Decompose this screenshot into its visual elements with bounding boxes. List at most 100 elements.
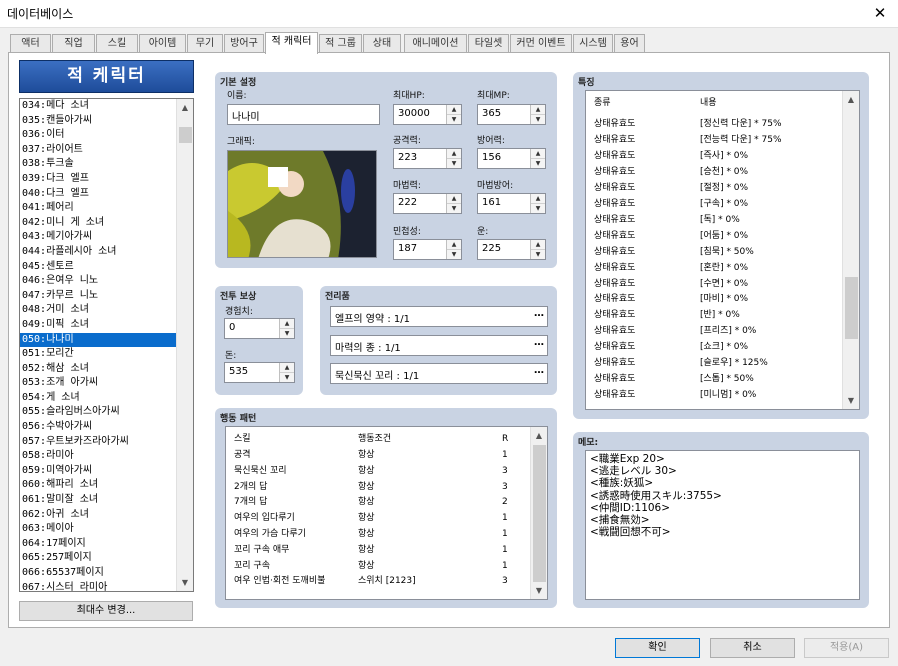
defense-spinner[interactable]: 156 ▲ ▼ [477,148,546,169]
enemy-list-item[interactable]: 065:257페이지 [20,551,176,566]
enemy-list-item[interactable]: 044:라플레시아 소녀 [20,245,176,260]
enemy-list-item[interactable]: 063:메이아 [20,522,176,537]
action-cell[interactable]: 2 [502,494,508,510]
scroll-down-icon[interactable]: ▼ [843,392,859,409]
trait-cell[interactable]: 상태유효도 [594,196,635,212]
enemy-list-item[interactable]: 056:수박아가씨 [20,420,176,435]
trait-cell[interactable]: [혼란] * 0% [700,260,748,276]
action-cell[interactable]: 7개의 답 [234,494,267,510]
tab-11[interactable]: 커먼 이벤트 [510,34,572,53]
tab-13[interactable]: 용어 [614,34,645,53]
action-cell[interactable]: 항상 [358,558,375,574]
spinner-arrows-icon[interactable]: ▲ ▼ [446,240,461,259]
trait-cell[interactable]: [수면] * 0% [700,276,748,292]
trait-cell[interactable]: [미니멈] * 0% [700,387,756,403]
scroll-thumb[interactable] [533,445,546,582]
enemy-list-item[interactable]: 064:17페이지 [20,537,176,552]
memo-textarea[interactable]: <職業Exp 20> <逃走レベル 30> <種族:妖狐> <誘惑時使用スキル:375… [585,450,860,600]
action-cell[interactable]: 1 [502,447,508,463]
tab-0[interactable]: 액터 [10,34,51,53]
tab-1[interactable]: 직업 [52,34,95,53]
enemy-list-item[interactable]: 061:말미잘 소녀 [20,493,176,508]
exp-spinner[interactable]: 0 ▲ ▼ [224,318,295,339]
luck-spinner[interactable]: 225 ▲ ▼ [477,239,546,260]
scroll-thumb[interactable] [179,127,192,143]
enemy-list-item[interactable]: 037:라이어트 [20,143,176,158]
action-cell[interactable]: 2개의 답 [234,479,267,495]
max-mp-spinner[interactable]: 365 ▲ ▼ [477,104,546,125]
action-cell[interactable]: 여우의 입다루기 [234,510,295,526]
action-cell[interactable]: 여우의 가슴 다루기 [234,526,306,542]
action-cell[interactable]: 여우 인법·회전 도깨비불 [234,573,325,589]
enemy-graphic[interactable] [227,150,377,258]
change-max-button[interactable]: 최대수 변경... [19,601,193,621]
spinner-arrows-icon[interactable]: ▲ ▼ [530,240,545,259]
action-cell[interactable]: 스위치 [2123] [358,573,416,589]
action-patterns-grid[interactable]: 스킬 행동조건 R 공격 항상 1 묵신묵신 꼬리 항상 3 2개의 답 항상 3 7개의 답 항상… [225,426,548,600]
trait-cell[interactable]: [정신력 다운] * 75% [700,116,782,132]
trait-cell[interactable]: [전능력 다운] * 75% [700,132,782,148]
ok-button[interactable]: 확인 [615,638,700,658]
action-cell[interactable]: 1 [502,558,508,574]
enemy-list-item[interactable]: 060:해파리 소녀 [20,478,176,493]
enemy-list-item[interactable]: 035:캔들아가씨 [20,114,176,129]
drop-item-field[interactable]: 마력의 종 : 1/1… [330,335,548,356]
agility-spinner[interactable]: 187 ▲ ▼ [393,239,462,260]
tab-5[interactable]: 방어구 [224,34,264,53]
enemy-list-item[interactable]: 050:나나미 [20,332,176,348]
enemy-list-item[interactable]: 039:다크 엘프 [20,172,176,187]
enemy-list-item[interactable]: 041:페어리 [20,201,176,216]
trait-cell[interactable]: 상태유효도 [594,307,635,323]
enemy-list-item[interactable]: 057:우트보카즈라아가씨 [20,435,176,450]
trait-cell[interactable]: [프리즈] * 0% [700,323,756,339]
action-cell[interactable]: 항상 [358,510,375,526]
trait-cell[interactable]: 상태유효도 [594,291,635,307]
trait-cell[interactable]: [반] * 0% [700,307,740,323]
trait-cell[interactable]: [어둠] * 0% [700,228,748,244]
trait-cell[interactable]: [슬로우] * 125% [700,355,768,371]
attack-spinner[interactable]: 223 ▲ ▼ [393,148,462,169]
tab-2[interactable]: 스킬 [96,34,138,53]
trait-cell[interactable]: 상태유효도 [594,148,635,164]
trait-cell[interactable]: 상태유효도 [594,228,635,244]
enemy-list-item[interactable]: 066:65537페이지 [20,566,176,581]
action-cell[interactable]: 항상 [358,479,375,495]
trait-cell[interactable]: [승천] * 0% [700,164,748,180]
enemy-list-item[interactable]: 043:메기아가씨 [20,230,176,245]
trait-cell[interactable]: 상태유효도 [594,260,635,276]
enemy-list-item[interactable]: 051:모리간 [20,347,176,362]
action-cell[interactable]: 1 [502,510,508,526]
spinner-arrows-icon[interactable]: ▲ ▼ [446,194,461,213]
spinner-arrows-icon[interactable]: ▲ ▼ [530,194,545,213]
enemy-list-item[interactable]: 046:은여우 니노 [20,274,176,289]
enemy-list-item[interactable]: 045:센토르 [20,260,176,275]
action-cell[interactable]: 1 [502,542,508,558]
apply-button[interactable]: 적용(A) [804,638,889,658]
scroll-down-icon[interactable]: ▼ [531,582,547,599]
ellipsis-icon[interactable]: … [534,365,544,376]
trait-cell[interactable]: 상태유효도 [594,339,635,355]
spinner-arrows-icon[interactable]: ▲ ▼ [446,149,461,168]
tab-7[interactable]: 적 그룹 [319,34,362,53]
trait-cell[interactable]: 상태유효도 [594,355,635,371]
action-cell[interactable]: 1 [502,526,508,542]
enemy-list-item[interactable]: 038:투크솔 [20,157,176,172]
scroll-up-icon[interactable]: ▲ [177,99,193,116]
name-field[interactable]: 나나미 [227,104,380,125]
enemy-list-item[interactable]: 067:시스터 라미아 [20,581,176,591]
trait-cell[interactable]: [즉사] * 0% [700,148,748,164]
trait-cell[interactable]: [절정] * 0% [700,180,748,196]
tab-8[interactable]: 상태 [363,34,401,53]
scroll-up-icon[interactable]: ▲ [531,427,547,444]
trait-cell[interactable]: [스톱] * 50% [700,371,754,387]
action-cell[interactable]: 항상 [358,526,375,542]
trait-cell[interactable]: 상태유효도 [594,132,635,148]
magic-attack-spinner[interactable]: 222 ▲ ▼ [393,193,462,214]
enemy-list-item[interactable]: 034:메다 소녀 [20,99,176,114]
enemy-list-item[interactable]: 058:라미아 [20,449,176,464]
trait-cell[interactable]: 상태유효도 [594,387,635,403]
enemy-list-item[interactable]: 055:슬라임버스아가씨 [20,405,176,420]
action-cell[interactable]: 꼬리 구속 애무 [234,542,289,558]
enemy-list-item[interactable]: 053:조개 아가씨 [20,376,176,391]
enemy-list[interactable]: 034:메다 소녀 035:캔들아가씨 036:이터 037:라이어트 038:투크솔 0… [19,98,194,592]
